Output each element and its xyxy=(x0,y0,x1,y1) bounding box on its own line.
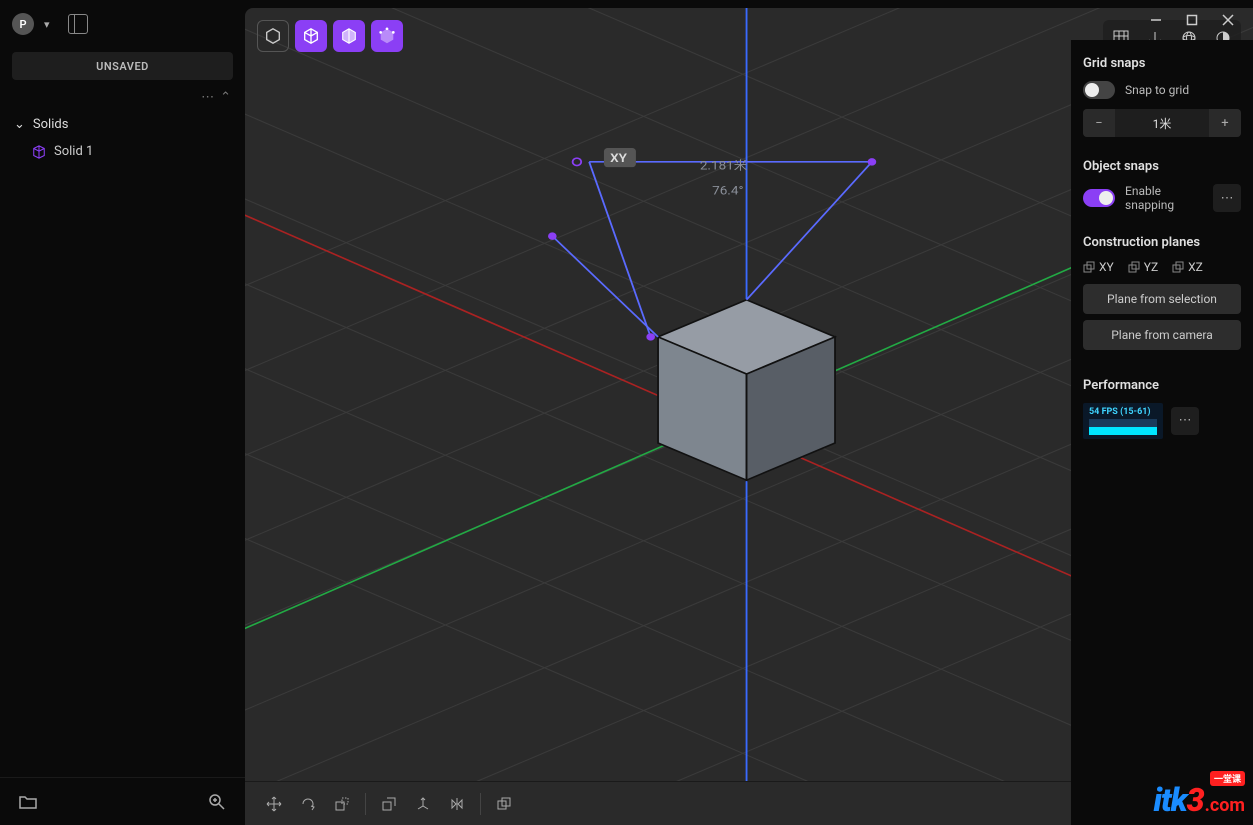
snapping-more-icon[interactable]: ⋯ xyxy=(1213,184,1241,212)
save-status[interactable]: UNSAVED xyxy=(12,52,233,80)
enable-snapping-toggle[interactable] xyxy=(1083,189,1115,207)
mirror-icon[interactable] xyxy=(442,789,472,819)
scale-tool-icon[interactable] xyxy=(327,789,357,819)
tree-group-solids[interactable]: ⌄ Solids xyxy=(0,111,245,138)
window-maximize[interactable] xyxy=(1183,11,1201,29)
plane-from-selection-button[interactable]: Plane from selection xyxy=(1083,284,1241,314)
grid-snaps-title: Grid snaps xyxy=(1083,56,1241,71)
fps-monitor: 54 FPS (15-61) xyxy=(1083,403,1163,439)
boolean-union-icon[interactable] xyxy=(374,789,404,819)
extrude-icon[interactable] xyxy=(408,789,438,819)
tree-collapse-icon[interactable]: ⌃ xyxy=(220,90,231,105)
dim-length: 2.181米 xyxy=(700,159,748,173)
chevron-down-icon: ⌄ xyxy=(14,117,25,132)
duplicate-icon[interactable] xyxy=(489,789,519,819)
window-minimize[interactable] xyxy=(1147,11,1165,29)
chevron-down-icon[interactable]: ▾ xyxy=(44,18,50,31)
mode-face-button[interactable] xyxy=(295,20,327,52)
dim-angle: 76.4° xyxy=(712,185,743,199)
plane-yz[interactable]: YZ xyxy=(1128,260,1158,274)
snap-to-grid-toggle[interactable] xyxy=(1083,81,1115,99)
grid-size-stepper[interactable]: − 1米 + xyxy=(1083,109,1241,137)
plane-xz[interactable]: XZ xyxy=(1172,260,1203,274)
grid-value: 1米 xyxy=(1115,109,1209,137)
folder-icon[interactable] xyxy=(18,792,38,812)
group-label: Solids xyxy=(33,117,69,132)
item-label: Solid 1 xyxy=(54,144,93,159)
move-tool-icon[interactable] xyxy=(259,789,289,819)
performance-more-icon[interactable]: ⋯ xyxy=(1171,407,1199,435)
user-avatar[interactable]: P xyxy=(12,13,34,35)
cube-icon xyxy=(32,145,46,159)
mode-object-button[interactable] xyxy=(257,20,289,52)
mode-vertex-button[interactable] xyxy=(371,20,403,52)
zoom-in-icon[interactable] xyxy=(207,792,227,812)
performance-title: Performance xyxy=(1083,378,1241,393)
object-snaps-title: Object snaps xyxy=(1083,159,1241,174)
panel-toggle-icon[interactable] xyxy=(68,14,88,34)
grid-increment[interactable]: + xyxy=(1209,109,1241,137)
plane-xy[interactable]: XY xyxy=(1083,260,1114,274)
window-close[interactable] xyxy=(1219,11,1237,29)
right-panel: Grid snaps Snap to grid − 1米 + Object sn… xyxy=(1071,40,1253,825)
tree-item-solid-1[interactable]: Solid 1 xyxy=(0,138,245,165)
mode-edge-button[interactable] xyxy=(333,20,365,52)
left-panel: P ▾ UNSAVED ⋯ ⌃ ⌄ Solids Solid 1 xyxy=(0,0,245,825)
xy-label: XY xyxy=(610,152,627,166)
tree-more-icon[interactable]: ⋯ xyxy=(201,90,214,105)
rotate-tool-icon[interactable] xyxy=(293,789,323,819)
plane-from-camera-button[interactable]: Plane from camera xyxy=(1083,320,1241,350)
construction-planes-title: Construction planes xyxy=(1083,235,1241,250)
grid-decrement[interactable]: − xyxy=(1083,109,1115,137)
cube-solid[interactable] xyxy=(658,300,835,480)
